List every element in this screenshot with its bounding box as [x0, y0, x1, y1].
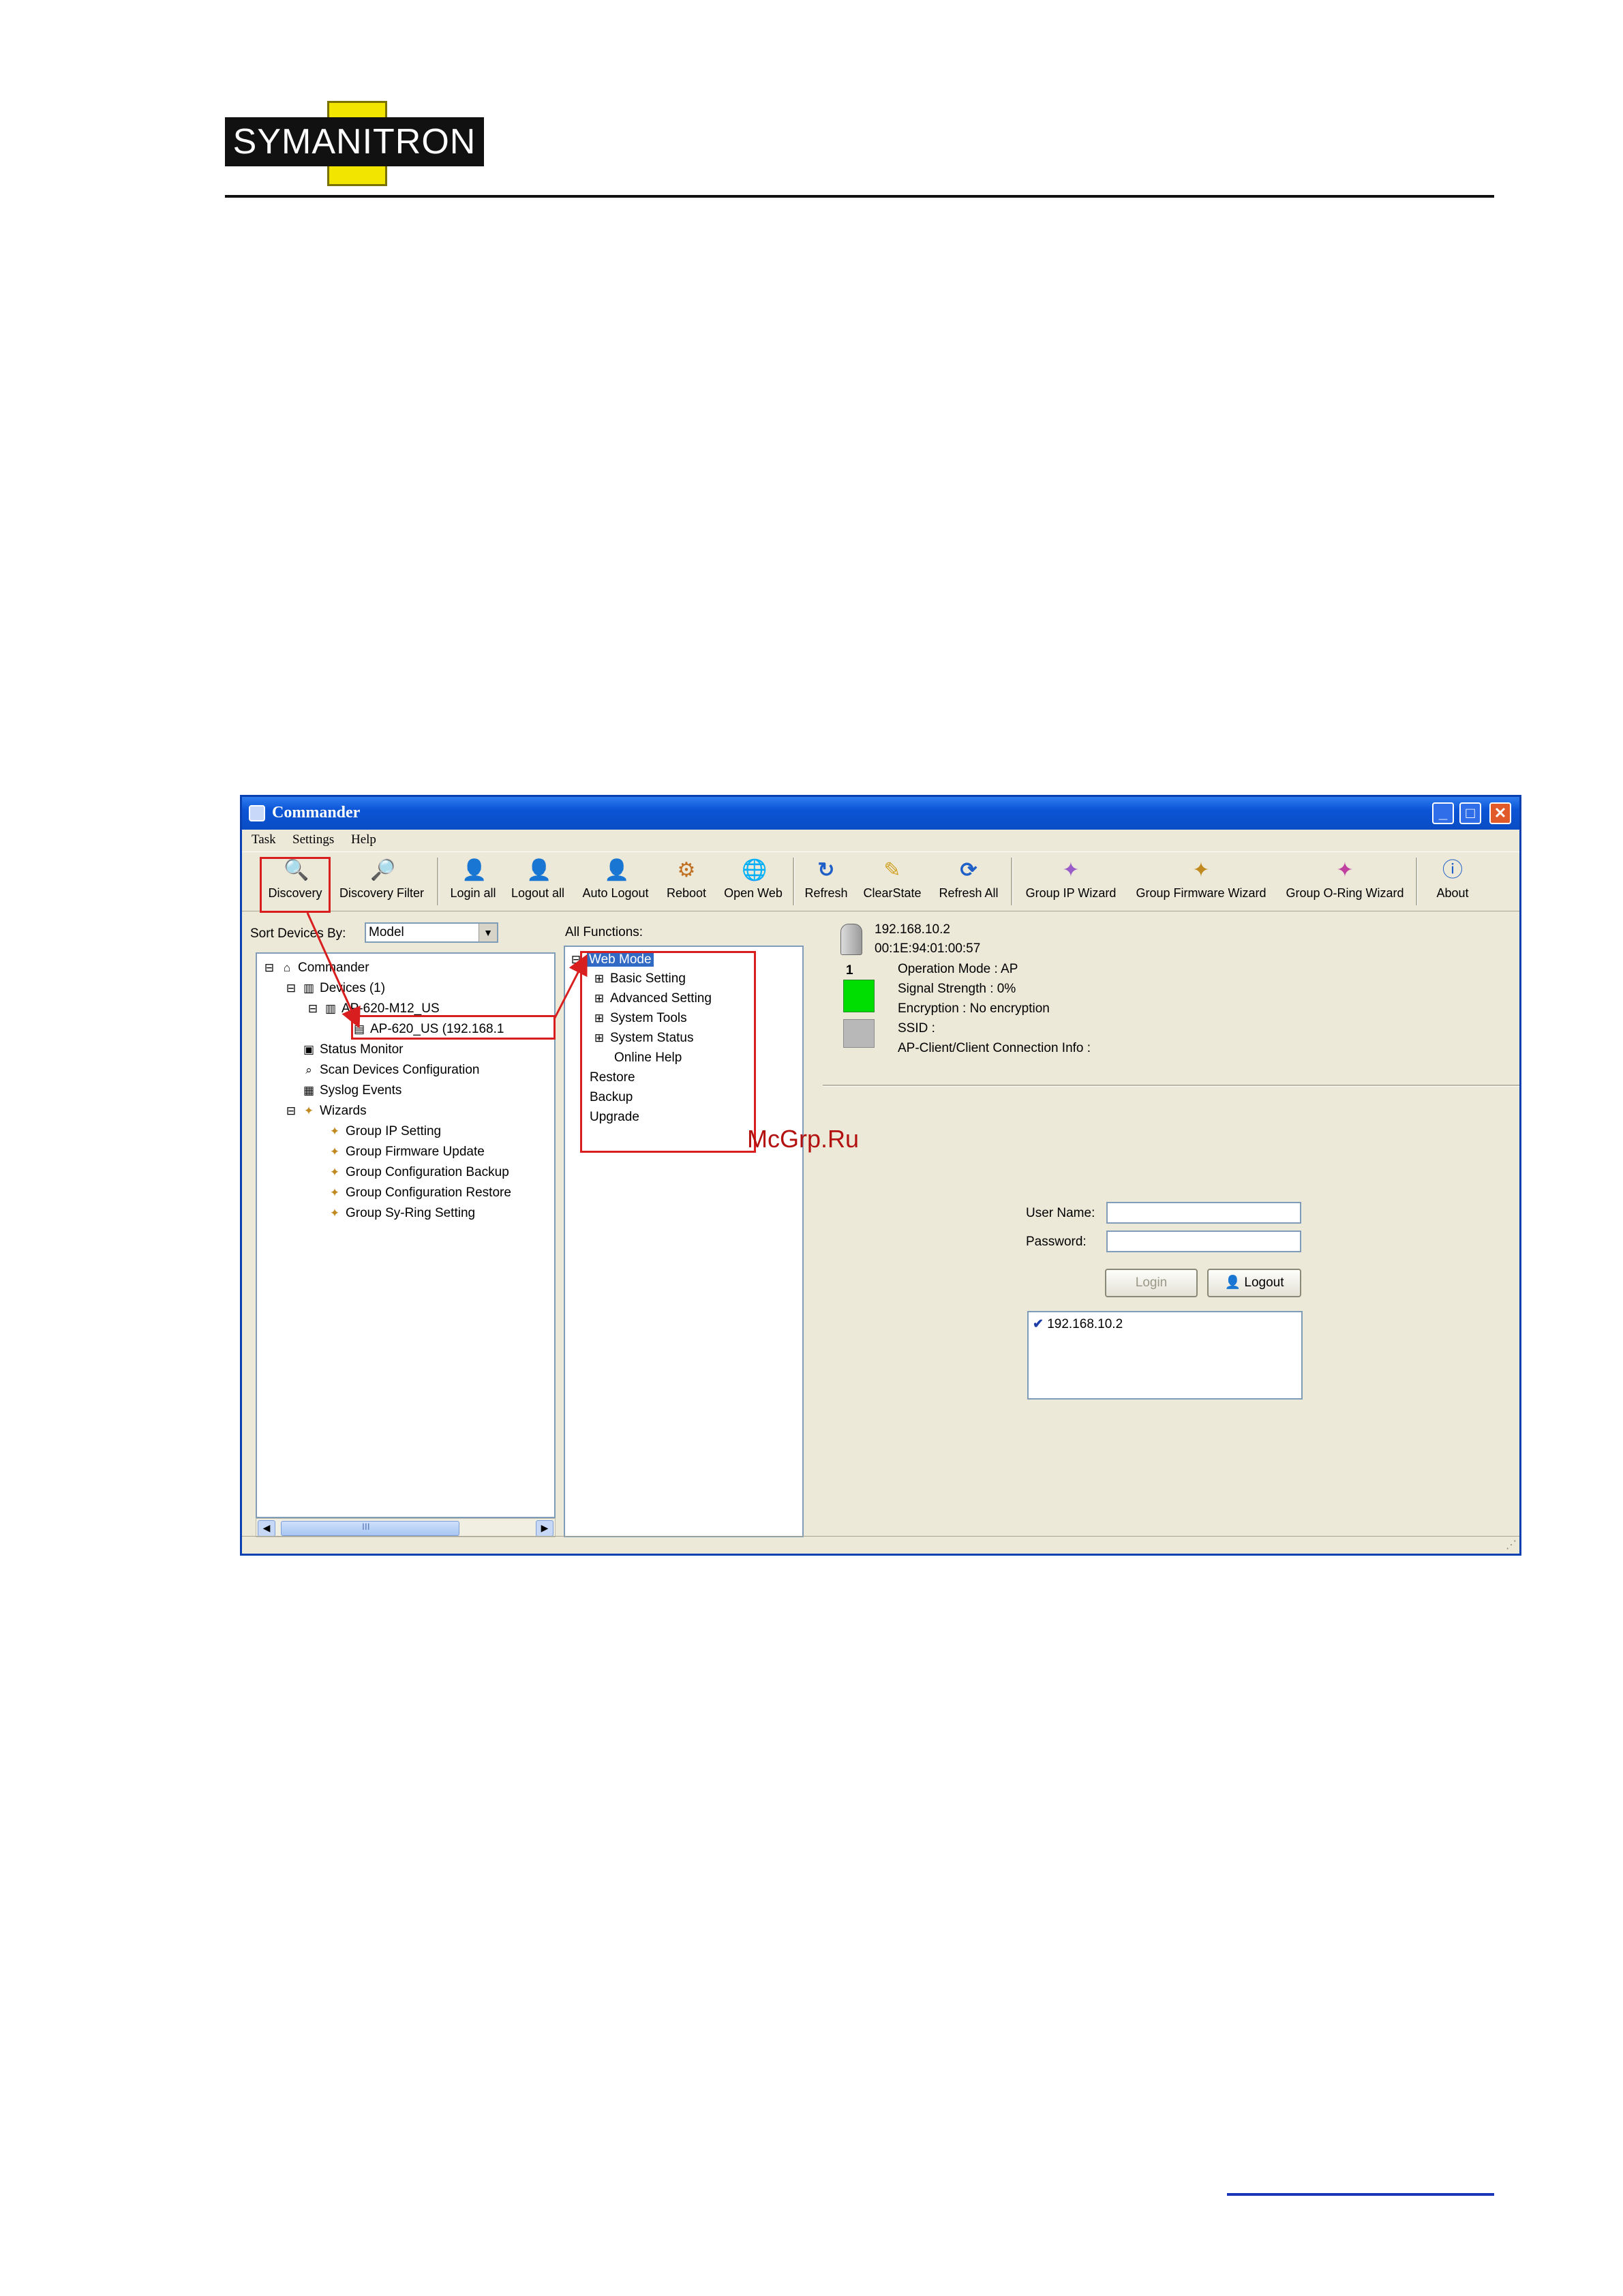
- commander-window: Commander _ □ ✕ Task Settings Help 🔍 Dis…: [240, 795, 1521, 1556]
- arrow-discovery-to-device: [306, 912, 361, 1029]
- symanitron-logo: SYMANITRON: [225, 101, 484, 186]
- arrow-device-to-functions: [553, 954, 588, 1020]
- annotation-arrows: [306, 912, 588, 1029]
- logo-text: SYMANITRON: [232, 122, 476, 162]
- footer-rule: [1227, 2193, 1494, 2196]
- header-rule: [225, 195, 1494, 198]
- watermark-text: McGrp.Ru: [747, 1125, 860, 1153]
